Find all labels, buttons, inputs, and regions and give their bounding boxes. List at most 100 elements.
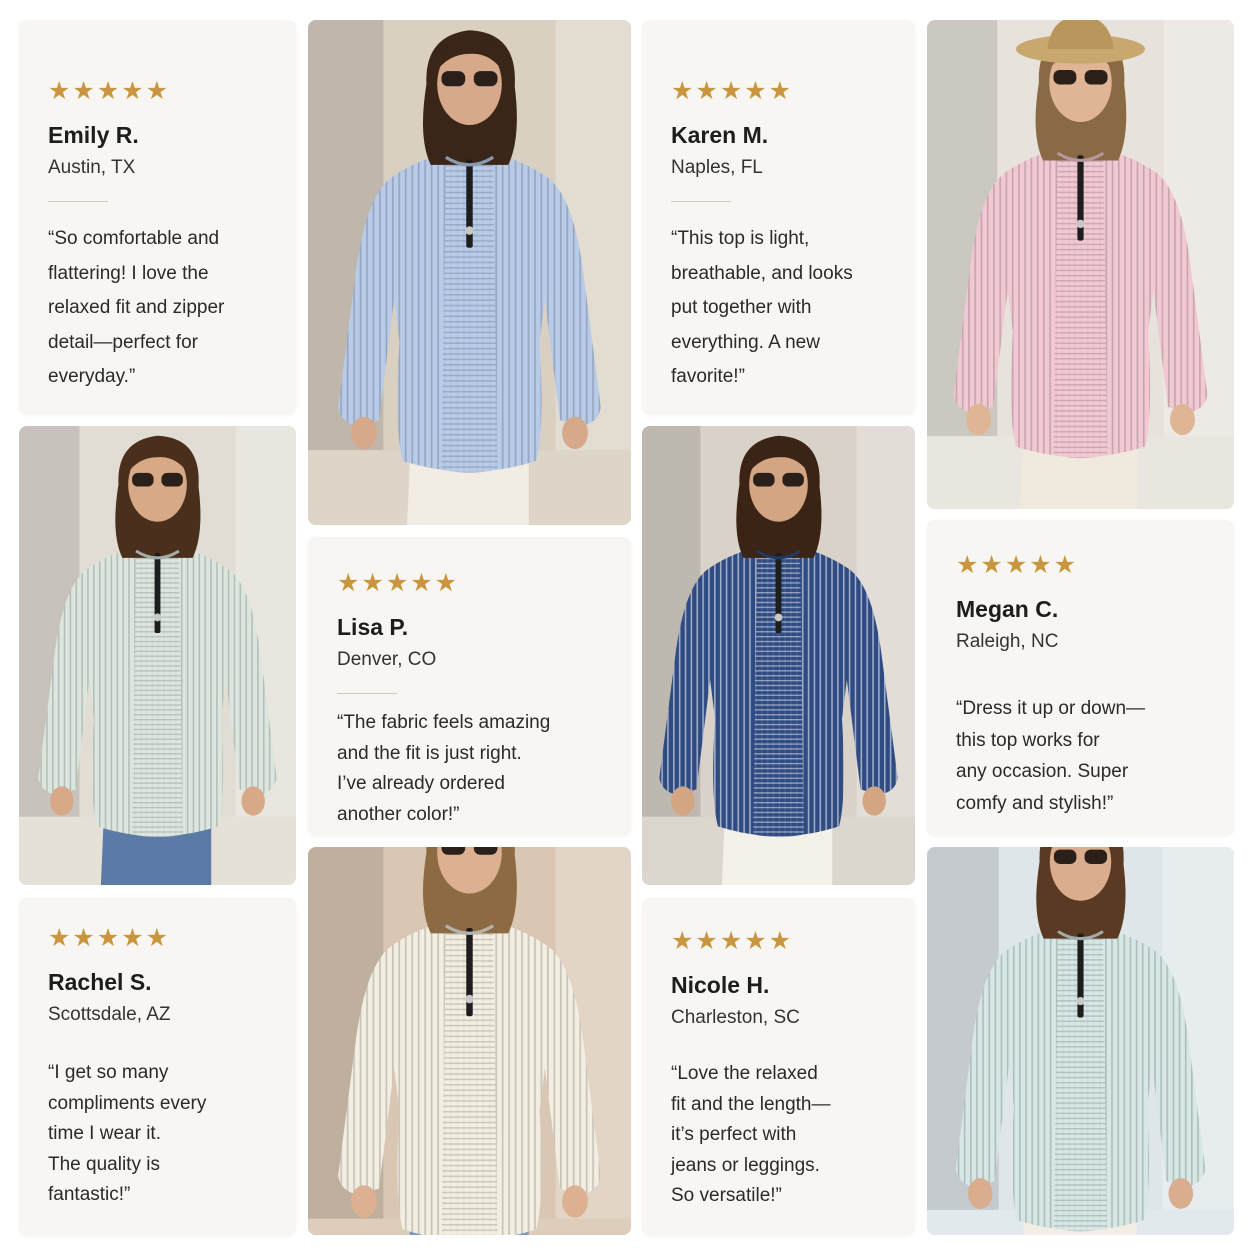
quote-line: it’s perfect with <box>671 1124 797 1146</box>
quote-line: this top works for <box>956 729 1100 751</box>
divider <box>671 201 731 203</box>
star-rating: ★★★★★ <box>337 569 460 597</box>
photo-illustration <box>308 20 631 525</box>
review-quote: “I get so many compliments every time I … <box>48 1058 278 1211</box>
review-card-lisa: ★★★★★ Lisa P. Denver, CO “The fabric fee… <box>308 537 631 835</box>
review-card-emily: ★★★★★ Emily R. Austin, TX “So comfortabl… <box>19 20 296 414</box>
sunglasses-icon <box>1084 849 1108 864</box>
photo-illustration <box>927 20 1234 509</box>
review-card-megan: ★★★★★ Megan C. Raleigh, NC “Dress it up … <box>927 520 1234 835</box>
star-rating: ★★★★★ <box>48 924 171 952</box>
hand <box>1169 403 1195 436</box>
sunglasses-icon <box>473 71 498 87</box>
hand <box>50 786 74 816</box>
review-quote: “Dress it up or down— this top works for… <box>956 693 1216 819</box>
reviewer-name: Karen M. <box>671 122 769 148</box>
quote-line: jeans or leggings. <box>671 1154 820 1176</box>
star-rating: ★★★★★ <box>956 551 1079 579</box>
sunglasses-icon <box>1053 849 1077 864</box>
sunglasses-icon <box>782 472 804 487</box>
quote-line: any occasion. Super <box>956 761 1129 783</box>
zipper-pull-icon <box>1076 219 1085 229</box>
star-rating: ★★★★★ <box>671 77 794 105</box>
quote-line: “Love the relaxed <box>671 1063 818 1085</box>
sunglasses-icon <box>132 472 154 487</box>
quote-line: fit and the length— <box>671 1093 831 1115</box>
reviewer-name: Nicole H. <box>671 972 770 998</box>
hand <box>671 786 695 816</box>
review-card-karen: ★★★★★ Karen M. Naples, FL “This top is l… <box>642 20 915 414</box>
sunglasses-icon <box>441 847 466 855</box>
quote-line: I’ve already ordered <box>337 773 505 795</box>
photo-navy-striped-top <box>642 426 915 885</box>
zipper-pull-icon <box>1076 996 1085 1006</box>
quote-line: “Dress it up or down— <box>956 698 1146 720</box>
quote-line: The quality is <box>48 1153 160 1175</box>
review-quote: “The fabric feels amazing and the fit is… <box>337 708 613 830</box>
reviewer-name: Lisa P. <box>337 614 409 640</box>
sunglasses-icon <box>473 847 498 855</box>
sunglasses-icon <box>1084 69 1108 85</box>
reviewer-location: Austin, TX <box>48 157 136 179</box>
zipper-pull-icon <box>153 613 162 622</box>
quote-line: another color!” <box>337 803 460 825</box>
quote-line: compliments every <box>48 1092 207 1114</box>
quote-line: “This top is light, <box>671 228 810 250</box>
hand <box>862 786 886 816</box>
reviewer-location: Naples, FL <box>671 157 763 179</box>
quote-line: detail—perfect for <box>48 331 198 353</box>
photo-cream-striped-top <box>308 847 631 1235</box>
hand <box>967 1178 993 1209</box>
quote-line: relaxed fit and zipper <box>48 297 225 319</box>
sunglasses-icon <box>753 472 775 487</box>
quote-line: everyday.” <box>48 366 136 388</box>
photo-illustration <box>927 847 1234 1235</box>
reviewer-location: Charleston, SC <box>671 1007 800 1029</box>
divider <box>337 693 397 695</box>
quote-line: “The fabric feels amazing <box>337 712 551 734</box>
quote-line: fantastic!” <box>48 1184 131 1206</box>
star-rating: ★★★★★ <box>671 927 794 955</box>
hand <box>562 1185 588 1218</box>
photo-illustration <box>19 426 296 885</box>
star-rating: ★★★★★ <box>48 77 171 105</box>
reviewer-name: Megan C. <box>956 596 1059 622</box>
hand <box>241 786 265 816</box>
zipper-pull-icon <box>465 994 474 1004</box>
hand <box>966 403 992 436</box>
quote-line: and the fit is just right. <box>337 742 522 764</box>
sunglasses-icon <box>161 472 183 487</box>
zipper-pull-icon <box>774 613 783 622</box>
review-quote: “This top is light, breathable, and look… <box>671 222 897 395</box>
divider <box>48 201 108 203</box>
hand <box>1168 1178 1194 1209</box>
reviewer-location: Denver, CO <box>337 649 437 671</box>
quote-line: comfy and stylish!” <box>956 792 1114 814</box>
quote-line: time I wear it. <box>48 1123 161 1145</box>
zipper-pull-icon <box>465 226 474 235</box>
photo-blue-striped-top <box>308 20 631 525</box>
photo-mint-striped-top <box>19 426 296 885</box>
reviewer-location: Raleigh, NC <box>956 631 1059 653</box>
photo-illustration <box>308 847 631 1235</box>
photo-illustration <box>642 426 915 885</box>
quote-line: “I get so many <box>48 1062 169 1084</box>
review-quote: “So comfortable and flattering! I love t… <box>48 222 278 395</box>
quote-line: breathable, and looks <box>671 262 853 284</box>
reviewer-name: Emily R. <box>48 122 139 148</box>
review-quote: “Love the relaxed fit and the length— it… <box>671 1059 897 1212</box>
photo-aqua-striped-top <box>927 847 1234 1235</box>
quote-line: everything. A new <box>671 331 820 353</box>
photo-pink-striped-top <box>927 20 1234 509</box>
hand <box>351 1185 377 1218</box>
quote-line: “So comfortable and <box>48 228 220 250</box>
hand <box>562 416 588 450</box>
review-card-rachel: ★★★★★ Rachel S. Scottsdale, AZ “I get so… <box>19 898 296 1235</box>
quote-line: favorite!” <box>671 366 745 388</box>
reviewer-name: Rachel S. <box>48 969 152 995</box>
sunglasses-icon <box>441 71 466 87</box>
sunglasses-icon <box>1053 69 1077 85</box>
review-card-nicole: ★★★★★ Nicole H. Charleston, SC “Love the… <box>642 898 915 1235</box>
quote-line: flattering! I love the <box>48 262 209 284</box>
hand <box>351 416 377 450</box>
